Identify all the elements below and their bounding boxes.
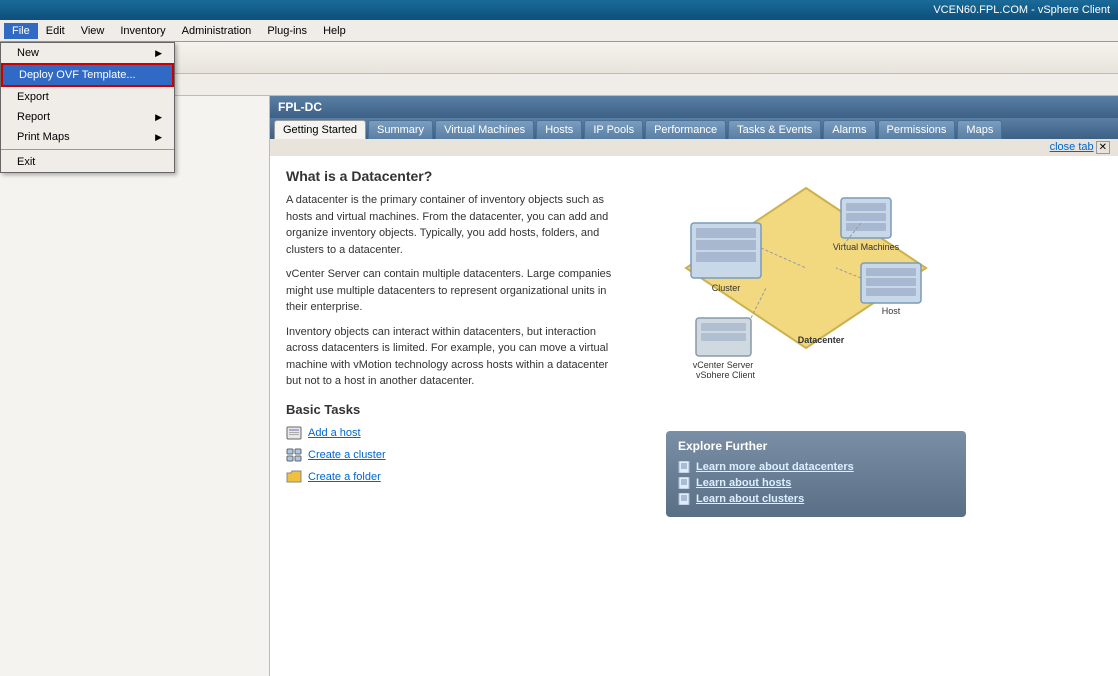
explore-link-1[interactable]: Learn more about datacenters [696,461,854,473]
explore-link-3[interactable]: Learn about clusters [696,493,804,505]
explore-link-2[interactable]: Learn about hosts [696,477,791,489]
host-icon [286,425,302,441]
file-dropdown: New Deploy OVF Template... Export Report… [0,42,175,173]
tab-summary[interactable]: Summary [368,120,433,139]
paragraph-3: Inventory objects can interact within da… [286,324,626,390]
content-inner: What is a Datacenter? A datacenter is th… [270,156,1118,676]
title-bar: VCEN60.FPL.COM - vSphere Client [0,0,1118,20]
main-layout: FPL-DC Getting Started Summary Virtual M… [0,96,1118,676]
panel-title: FPL-DC [278,100,322,114]
menu-plugins[interactable]: Plug-ins [259,23,315,39]
tab-permissions[interactable]: Permissions [878,120,956,139]
tab-getting-started[interactable]: Getting Started [274,120,366,139]
tab-bar: Getting Started Summary Virtual Machines… [270,118,1118,139]
paragraph-2: vCenter Server can contain multiple data… [286,266,626,316]
tab-ip-pools[interactable]: IP Pools [584,120,643,139]
sidebar [0,96,270,676]
tab-maps[interactable]: Maps [957,120,1002,139]
menu-edit[interactable]: Edit [38,23,73,39]
left-content: What is a Datacenter? A datacenter is th… [286,168,646,517]
cluster-icon [286,447,302,463]
explore-item-2: Learn about hosts [678,477,954,489]
task-create-folder: Create a folder [286,469,646,485]
explore-title: Explore Further [678,439,954,453]
close-tab-link[interactable]: close tab [1050,141,1094,154]
menu-view[interactable]: View [73,23,113,39]
explore-box: Explore Further Learn more about datacen… [666,431,966,517]
menu-file[interactable]: File [4,23,38,39]
folder-icon [286,469,302,485]
task-create-cluster: Create a cluster [286,447,646,463]
svg-text:vSphere Client: vSphere Client [696,370,756,378]
svg-text:vCenter Server: vCenter Server [693,360,754,370]
title-text: VCEN60.FPL.COM - vSphere Client [933,4,1110,16]
section-title: What is a Datacenter? [286,168,646,184]
dropdown-separator [1,149,174,150]
panel-header: FPL-DC [270,96,1118,118]
tab-tasks-events[interactable]: Tasks & Events [728,120,821,139]
content-wrapper: What is a Datacenter? A datacenter is th… [286,168,1102,517]
content-area: FPL-DC Getting Started Summary Virtual M… [270,96,1118,676]
close-tab-x[interactable]: ✕ [1096,141,1110,154]
menu-exit[interactable]: Exit [1,152,174,172]
menu-inventory[interactable]: Inventory [112,23,173,39]
svg-text:Datacenter: Datacenter [798,335,845,345]
task-add-host: Add a host [286,425,646,441]
right-content: Cluster Virtual Machines Host [666,168,966,517]
paragraph-1: A datacenter is the primary container of… [286,192,626,258]
menu-report[interactable]: Report [1,107,174,127]
menu-administration[interactable]: Administration [174,23,260,39]
basic-tasks-title: Basic Tasks [286,402,646,417]
close-tab-area: close tab ✕ [270,139,1118,156]
doc-icon-2 [678,477,690,489]
task-create-folder-link[interactable]: Create a folder [308,471,381,483]
menu-deploy-ovf[interactable]: Deploy OVF Template... [1,63,174,87]
task-create-cluster-link[interactable]: Create a cluster [308,449,386,461]
tab-virtual-machines[interactable]: Virtual Machines [435,120,534,139]
explore-item-3: Learn about clusters [678,493,954,505]
menu-help[interactable]: Help [315,23,354,39]
menu-new[interactable]: New [1,43,174,63]
svg-text:Cluster: Cluster [712,283,741,293]
menu-print-maps[interactable]: Print Maps [1,127,174,147]
doc-icon-3 [678,493,690,505]
svg-text:Virtual Machines: Virtual Machines [833,242,900,252]
task-add-host-link[interactable]: Add a host [308,427,361,439]
tab-alarms[interactable]: Alarms [823,120,875,139]
menu-export[interactable]: Export [1,87,174,107]
explore-item-1: Learn more about datacenters [678,461,954,473]
tab-hosts[interactable]: Hosts [536,120,582,139]
svg-text:Host: Host [882,306,901,316]
doc-icon-1 [678,461,690,473]
tab-performance[interactable]: Performance [645,120,726,139]
menu-bar: File Edit View Inventory Administration … [0,20,1118,42]
datacenter-diagram: Cluster Virtual Machines Host [666,168,946,378]
